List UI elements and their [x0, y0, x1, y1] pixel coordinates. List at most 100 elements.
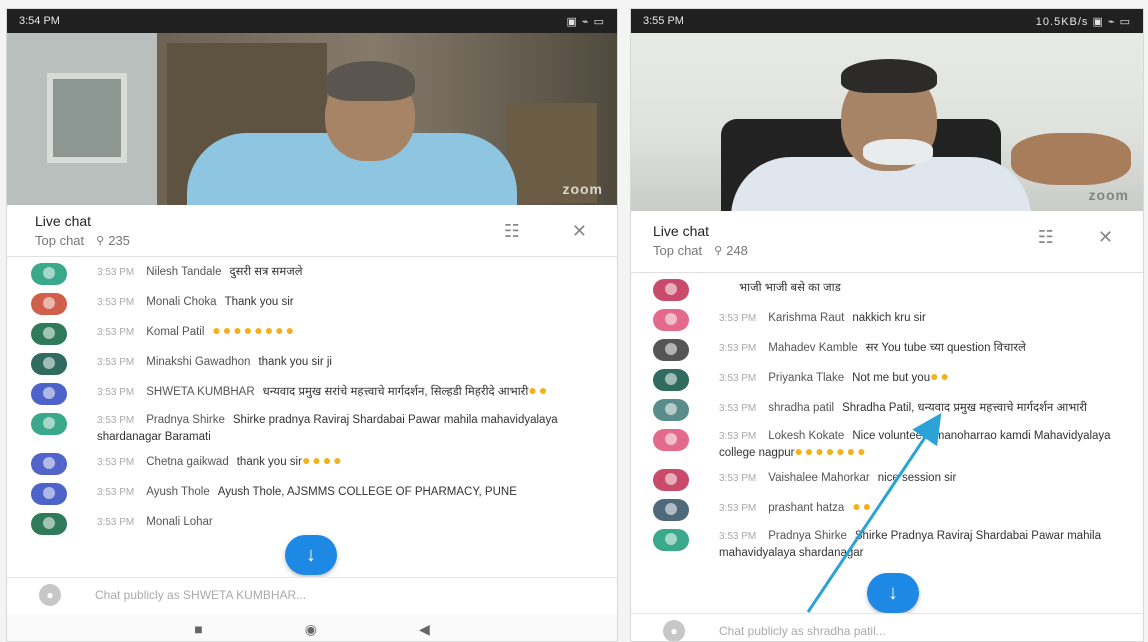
message-author[interactable]: Mahadev Kamble [768, 342, 858, 354]
message-author[interactable]: prashant hatza [768, 502, 844, 514]
message-timestamp: 3:53 PM [97, 357, 135, 368]
user-avatar-icon[interactable] [31, 323, 67, 345]
chat-input-row[interactable]: ● Chat publicly as shradha patil... [631, 613, 1143, 641]
chat-input[interactable]: Chat publicly as shradha patil... [719, 624, 886, 638]
person-icon: ⚲ [714, 245, 723, 257]
message-text: thank you sir ji [258, 356, 332, 368]
chat-mode-dropdown[interactable]: Top chat [35, 233, 84, 248]
message-author[interactable]: Priyanka Tlake [768, 372, 844, 384]
chat-message[interactable]: 3:53 PM Priyanka Tlake Not me but you●● [631, 365, 1143, 395]
user-avatar-icon[interactable] [653, 399, 689, 421]
message-author[interactable]: Ayush Thole [146, 486, 210, 498]
message-author[interactable]: Komal Patil [146, 326, 204, 338]
message-body: 3:53 PM Pradnya Shirke Shirke Pradnya Ravi… [719, 529, 1129, 561]
user-avatar-icon[interactable] [31, 263, 67, 285]
chat-message[interactable]: 3:53 PM SHWETA KUMBHAR धन्यवाद प्रमुख सरां… [7, 379, 617, 409]
user-avatar-icon[interactable] [653, 309, 689, 331]
message-body: 3:53 PM Komal Patil ●●●●●●●● [97, 323, 603, 340]
chat-header: Live chat Top chat ⚲ 248 ☷ ✕ [631, 211, 1143, 273]
user-avatar-icon: ● [663, 619, 685, 641]
message-text: thank you sir [236, 456, 302, 468]
video-feed[interactable]: zoom [631, 33, 1143, 211]
message-body: 3:53 PM Mahadev Kamble सर You tube च्या qu… [719, 339, 1129, 356]
chat-message[interactable]: 3:53 PM Lokesh Kokate Nice volunteers mano… [631, 425, 1143, 465]
message-author[interactable]: Monali Choka [146, 296, 216, 308]
chat-message[interactable]: 3:53 PM Chetna gaikwad thank you sir●●●● [7, 449, 617, 479]
user-avatar-icon[interactable] [31, 453, 67, 475]
message-text: Not me but you [852, 372, 931, 384]
settings-sliders-icon[interactable]: ☷ [504, 221, 520, 242]
settings-sliders-icon[interactable]: ☷ [1038, 227, 1054, 248]
chat-input-row[interactable]: ● Chat publicly as SHWETA KUMBHAR... [7, 577, 617, 611]
message-timestamp: 3:53 PM [97, 487, 135, 498]
user-avatar-icon[interactable] [653, 339, 689, 361]
message-body: 3:53 PM SHWETA KUMBHAR धन्यवाद प्रमुख सरां… [97, 383, 603, 400]
message-timestamp: 3:53 PM [97, 387, 135, 398]
message-body: 3:53 PM Nilesh Tandale दुसरी सत्र समजले [97, 263, 603, 280]
chat-message-list[interactable]: 3:53 PM Nilesh Tandale दुसरी सत्र समजले 3:5… [7, 257, 617, 539]
close-icon[interactable]: ✕ [1098, 227, 1113, 248]
message-author[interactable]: SHWETA KUMBHAR [146, 386, 254, 398]
message-timestamp: 3:53 PM [97, 327, 135, 338]
message-timestamp: 3:53 PM [97, 297, 135, 308]
user-avatar-icon[interactable] [31, 293, 67, 315]
message-text: धन्यवाद प्रमुख सरांचे महत्त्वाचे मार्गदर… [262, 386, 529, 398]
scroll-to-bottom-button[interactable]: ↓ [285, 535, 337, 575]
phone-screenshot-left: 3:54 PM ▣ ⌁ ▭ zoom Live chat Top chat ⚲ … [6, 8, 618, 642]
home-icon[interactable]: ◉ [305, 621, 317, 638]
user-avatar-icon[interactable] [31, 353, 67, 375]
viewer-count: ⚲ 235 [96, 233, 130, 248]
chat-header: Live chat Top chat ⚲ 235 ☷ ✕ [7, 205, 617, 257]
user-avatar-icon[interactable] [31, 383, 67, 405]
user-avatar-icon[interactable] [653, 279, 689, 301]
chat-message[interactable]: 3:53 PM Vaishalee Mahorkar nice session si… [631, 465, 1143, 495]
chat-mode-dropdown[interactable]: Top chat [653, 243, 702, 258]
recents-icon[interactable]: ■ [194, 621, 202, 637]
user-avatar-icon[interactable] [653, 469, 689, 491]
message-author[interactable]: Monali Lohar [146, 516, 212, 528]
message-author[interactable]: Lokesh Kokate [768, 430, 844, 442]
message-author[interactable]: Nilesh Tandale [146, 266, 221, 278]
user-avatar-icon[interactable] [31, 413, 67, 435]
message-timestamp: 3:53 PM [719, 503, 757, 514]
user-avatar-icon[interactable] [31, 513, 67, 535]
chat-message[interactable]: 3:53 PM shradha patil Shradha Patil, धन्यव… [631, 395, 1143, 425]
chat-message[interactable]: 3:53 PM Pradnya Shirke Shirke Pradnya Ravi… [631, 525, 1143, 565]
message-body: 3:53 PM Karishma Raut nakkich kru sir [719, 309, 1129, 326]
user-avatar-icon[interactable] [653, 499, 689, 521]
message-author[interactable]: Chetna gaikwad [146, 456, 228, 468]
zoom-watermark: zoom [562, 181, 603, 197]
message-author[interactable]: Vaishalee Mahorkar [768, 472, 869, 484]
message-text: सर You tube च्या question विचारले [865, 342, 1026, 354]
chat-message[interactable]: 3:53 PM Minakshi Gawadhon thank you sir ji [7, 349, 617, 379]
user-avatar-icon[interactable] [653, 369, 689, 391]
message-author[interactable]: Minakshi Gawadhon [146, 356, 250, 368]
message-author[interactable]: Pradnya Shirke [768, 530, 847, 542]
user-avatar-icon[interactable] [653, 429, 689, 451]
message-author[interactable]: Karishma Raut [768, 312, 844, 324]
user-avatar-icon[interactable] [31, 483, 67, 505]
video-feed[interactable]: zoom [7, 33, 617, 205]
scroll-to-bottom-button[interactable]: ↓ [867, 573, 919, 613]
user-avatar-icon[interactable] [653, 529, 689, 551]
message-body: 3:53 PM Minakshi Gawadhon thank you sir ji [97, 353, 603, 370]
back-icon[interactable]: ◀ [419, 621, 430, 638]
chat-message[interactable]: 3:53 PM Nilesh Tandale दुसरी सत्र समजले [7, 259, 617, 289]
chat-message[interactable]: भाजी भाजी बसे का जाड [631, 275, 1143, 305]
chat-message[interactable]: 3:53 PM prashant hatza ●● [631, 495, 1143, 525]
close-icon[interactable]: ✕ [572, 221, 587, 242]
emoji-reactions: ●● [852, 498, 874, 514]
chat-message[interactable]: 3:53 PM Ayush Thole Ayush Thole, AJSMMS CO… [7, 479, 617, 509]
chat-message[interactable]: 3:53 PM Pradnya Shirke Shirke pradnya Ravi… [7, 409, 617, 449]
chat-message[interactable]: 3:53 PM Karishma Raut nakkich kru sir [631, 305, 1143, 335]
chat-message[interactable]: 3:53 PM Monali Choka Thank you sir [7, 289, 617, 319]
message-author[interactable]: Pradnya Shirke [146, 414, 225, 426]
message-author[interactable]: shradha patil [768, 402, 834, 414]
chat-message[interactable]: 3:53 PM Mahadev Kamble सर You tube च्या qu… [631, 335, 1143, 365]
chat-message[interactable]: 3:53 PM Komal Patil ●●●●●●●● [7, 319, 617, 349]
chat-input[interactable]: Chat publicly as SHWETA KUMBHAR... [95, 588, 306, 602]
message-text: Shradha Patil, धन्यवाद प्रमुख महत्त्वाचे… [842, 402, 1087, 414]
status-bar: 3:55 PM 10.5KB/s ▣ ⌁ ▭ [631, 9, 1143, 33]
chat-message-list[interactable]: भाजी भाजी बसे का जाड 3:53 PM Karishma Raut… [631, 273, 1143, 565]
status-time: 3:54 PM [19, 15, 60, 27]
